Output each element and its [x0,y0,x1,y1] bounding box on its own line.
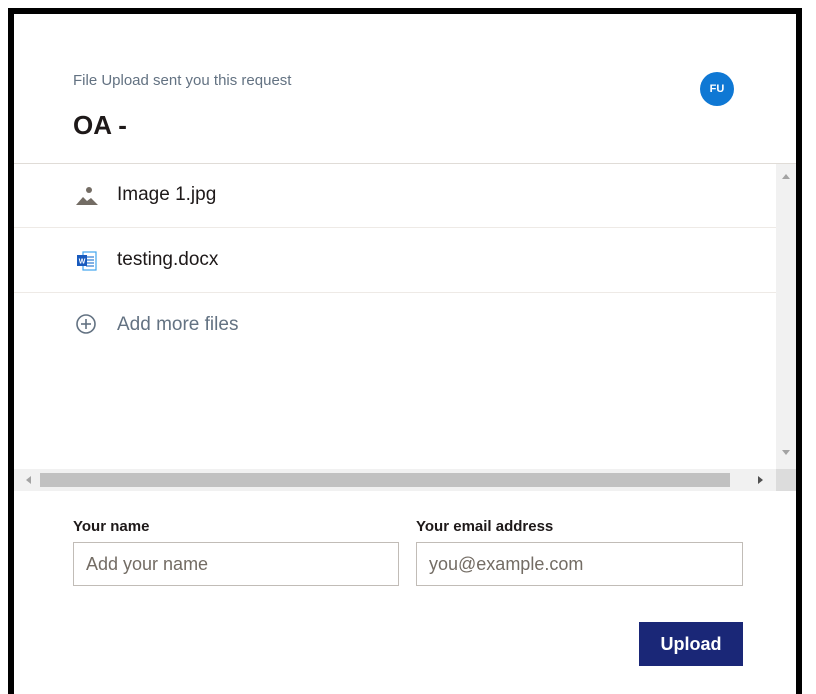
email-input[interactable] [416,542,743,586]
scroll-up-arrow-icon[interactable] [782,174,790,179]
scrollbar-corner [776,469,796,491]
file-request-dialog: File Upload sent you this request OA - F… [8,8,802,694]
vertical-scrollbar[interactable] [776,164,796,469]
file-row-image[interactable]: Image 1.jpg [14,164,776,228]
email-label: Your email address [416,518,554,535]
horizontal-scrollbar[interactable] [14,469,776,491]
word-document-icon: W [70,244,104,278]
add-more-files-label: Add more files [117,314,239,335]
scroll-down-arrow-icon[interactable] [782,450,790,455]
request-title: OA - [73,110,127,140]
file-list: Image 1.jpg W testing.docx Add more file… [14,164,776,469]
requester-text: File Upload sent you this request [73,72,292,89]
request-header: File Upload sent you this request OA - F… [14,14,796,162]
name-input[interactable] [73,542,399,586]
scroll-left-arrow-icon[interactable] [26,476,31,484]
add-more-files-button[interactable]: Add more files [14,294,776,358]
horizontal-scrollbar-thumb[interactable] [40,473,730,487]
upload-button[interactable]: Upload [639,622,743,666]
add-circle-icon [74,312,98,336]
name-label: Your name [73,518,150,535]
files-panel: Image 1.jpg W testing.docx Add more file… [14,163,796,493]
image-file-icon [70,179,104,213]
scroll-right-arrow-icon[interactable] [758,476,763,484]
file-row-docx[interactable]: W testing.docx [14,229,776,293]
svg-text:W: W [79,259,86,266]
file-name: Image 1.jpg [117,184,217,205]
file-name: testing.docx [117,249,219,270]
avatar[interactable]: FU [700,72,734,106]
uploader-form: Your name Your email address Upload [14,492,796,694]
